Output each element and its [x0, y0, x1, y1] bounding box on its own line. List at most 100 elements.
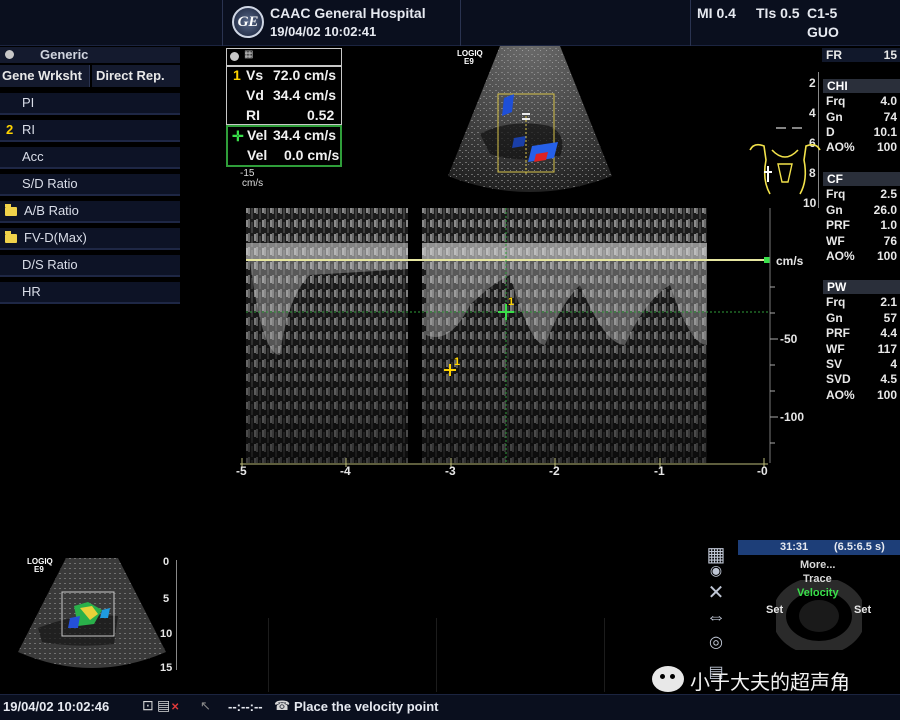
param-label: Gn [826, 110, 843, 124]
param-value: 57 [883, 311, 897, 325]
param-label: PRF [826, 218, 850, 232]
measurement-dot-icon [230, 52, 239, 61]
menu-title: Generic [40, 47, 89, 62]
cine-duration: (6.5:6.5 s) [834, 541, 885, 553]
menu-item-label: HR [22, 284, 41, 299]
time-tick: -0 [757, 464, 768, 478]
measurement-value-vel: 34.4 cm/s [273, 127, 337, 143]
menu-dot-icon [5, 50, 14, 59]
folder-icon [5, 231, 17, 243]
tab-gene-wrksht[interactable]: Gene Wrksht [0, 65, 90, 87]
header-divider [460, 0, 461, 46]
menu-item-label: S/D Ratio [22, 176, 78, 191]
watermark-text: 小于大夫的超声角 [690, 672, 850, 694]
measurement-index: 1 [233, 67, 241, 83]
depth-tick: 2 [809, 76, 816, 90]
param-label: AO% [826, 388, 855, 402]
param-label: WF [826, 234, 845, 248]
tab-direct-rep[interactable]: Direct Rep. [92, 65, 180, 87]
menu-title-bar: Generic [0, 47, 180, 63]
param-label: FR [826, 48, 842, 62]
measurement-value-vel: 0.0 cm/s [284, 147, 340, 163]
trackball-more[interactable]: More... [800, 559, 835, 571]
param-value: 10.1 [873, 125, 897, 139]
depth-tick: 4 [809, 106, 816, 120]
thumb-depth-line [176, 560, 177, 670]
status-time-placeholder: --:--:-- [228, 699, 263, 714]
folder-icon [5, 204, 17, 216]
param-label: SV [826, 357, 843, 371]
cursor-icon: ↖ [200, 698, 211, 713]
thumb-depth-tick: 15 [160, 662, 173, 674]
probe-name: C1-5 [807, 5, 838, 21]
thermal-index: TIs 0.5 [756, 5, 800, 21]
measurement-name-vs: Vs [246, 67, 264, 83]
menu-item-sd-ratio[interactable]: S/D Ratio [0, 174, 180, 196]
param-label: AO% [826, 140, 855, 154]
menu-item-ab-ratio[interactable]: A/B Ratio [0, 201, 180, 223]
doppler-spectrum[interactable] [240, 205, 820, 480]
menu-item-index: 2 [6, 122, 14, 137]
trackball-trace[interactable]: Trace [803, 573, 832, 585]
trackball-set-right[interactable]: Set [854, 604, 871, 616]
baseline-marker[interactable] [764, 257, 770, 263]
time-tick: -5 [236, 464, 247, 478]
param-value: 4 [890, 357, 897, 371]
param-value: 4.4 [880, 326, 897, 340]
trackball-velocity[interactable]: Velocity [797, 587, 839, 599]
calculator-icon: ▦ [244, 49, 254, 60]
status-bar [0, 694, 900, 720]
body-mark-icon [749, 127, 821, 195]
thumb-depth-tick: 0 [163, 556, 170, 568]
chi-section-head: CHI [823, 79, 900, 93]
param-value: 2.1 [880, 295, 897, 309]
menu-item-label: A/B Ratio [24, 203, 79, 218]
param-value: 15 [883, 48, 897, 62]
phone-icon: ☎ [274, 698, 291, 713]
wechat-logo [652, 666, 684, 692]
param-value: 2.5 [880, 187, 897, 201]
menu-item-label: D/S Ratio [22, 257, 78, 272]
menu-item-label: RI [22, 122, 35, 137]
param-value: 4.0 [880, 94, 897, 108]
logo-text: GE [237, 14, 259, 30]
thumb-model-label: E9 [34, 565, 44, 574]
menu-item-hr[interactable]: HR [0, 282, 180, 304]
param-label: Frq [826, 94, 846, 108]
disk-icon[interactable]: ◎ [702, 632, 730, 654]
menu-item-pi[interactable]: PI [0, 93, 180, 115]
menu-item-fv-d-max[interactable]: FV-D(Max) [0, 228, 180, 250]
panel-divider [604, 618, 605, 692]
param-label: SVD [826, 372, 851, 386]
bmode-sector-image[interactable] [440, 46, 620, 204]
mechanical-index: MI 0.4 [697, 5, 736, 21]
menu-item-acc[interactable]: Acc [0, 147, 180, 169]
cf-section-head: CF [823, 172, 900, 186]
status-prompt: Place the velocity point [294, 699, 439, 714]
panel-divider [268, 618, 269, 692]
cine-bar[interactable]: 31:31 (6.5:6.5 s) [738, 540, 900, 555]
eye-icon[interactable]: ◉ [702, 559, 730, 581]
trackball-set-left[interactable]: Set [766, 604, 783, 616]
time-tick: -4 [340, 464, 351, 478]
measurement-name-ri: RI [246, 107, 260, 123]
cine-frames: 31:31 [780, 541, 809, 553]
velocity-cursor-label: 1 [508, 296, 515, 308]
hospital-name: CAAC General Hospital [270, 5, 426, 21]
lock-icon: ⊡ [142, 697, 154, 713]
cross-tool-icon[interactable]: ✕ [702, 582, 730, 604]
status-datetime: 19/04/02 10:02:46 [3, 699, 110, 714]
printer-icon: ▤ [157, 697, 171, 713]
velocity-tick: -100 [780, 410, 805, 424]
param-value: 76 [883, 234, 897, 248]
model-label: E9 [464, 57, 474, 66]
menu-item-ri[interactable]: 2 RI [0, 120, 180, 142]
caliper-label: 1 [454, 356, 461, 368]
param-value: 26.0 [873, 203, 897, 217]
param-label: WF [826, 342, 845, 356]
param-value: 117 [877, 342, 897, 356]
param-label: Frq [826, 187, 846, 201]
move-arrows-icon[interactable]: ⇔ [702, 606, 730, 628]
param-label: Frq [826, 295, 846, 309]
menu-item-ds-ratio[interactable]: D/S Ratio [0, 255, 180, 277]
